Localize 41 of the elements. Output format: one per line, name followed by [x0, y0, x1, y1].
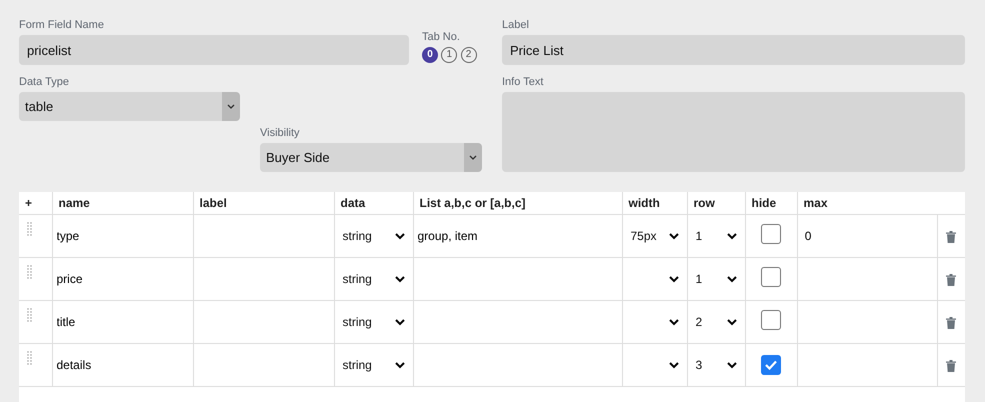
drag-handle-icon[interactable] — [27, 351, 33, 365]
hide-checkbox[interactable] — [761, 224, 781, 244]
add-row-button[interactable]: + — [25, 196, 32, 210]
tab-number[interactable]: 0 — [422, 47, 438, 63]
delete-icon[interactable] — [946, 230, 956, 243]
name-input[interactable]: details — [56, 356, 188, 374]
name-input[interactable]: price — [56, 270, 188, 288]
checkmark-icon — [765, 360, 777, 370]
visibility-select[interactable]: Buyer Side — [260, 143, 482, 172]
drag-handle-icon[interactable] — [27, 265, 33, 279]
delete-icon[interactable] — [946, 274, 956, 286]
name-input[interactable]: type — [56, 227, 188, 245]
column-header: width — [628, 196, 660, 210]
hide-checkbox[interactable] — [761, 355, 781, 375]
column-header: List a,b,c or [a,b,c] — [420, 196, 526, 210]
data-type-select[interactable]: table — [19, 92, 240, 121]
field-label: Visibility — [260, 126, 301, 140]
tab-number[interactable]: 1 — [441, 47, 458, 63]
delete-icon[interactable] — [946, 316, 956, 329]
column-header: max — [804, 196, 828, 210]
field-label: Form Field Name — [19, 18, 105, 32]
column-header: data — [340, 196, 366, 210]
max-input[interactable]: 0 — [802, 227, 932, 245]
column-header: hide — [752, 196, 776, 210]
drag-handle-icon[interactable] — [27, 308, 33, 322]
field-label: Label — [502, 18, 530, 32]
field-label: Data Type — [19, 75, 70, 89]
column-header: row — [694, 196, 715, 210]
hide-checkbox[interactable] — [761, 266, 781, 286]
list-input[interactable]: group, item — [418, 227, 618, 245]
label-input[interactable]: Price List — [502, 35, 965, 65]
column-header: label — [200, 196, 227, 210]
column-header: name — [58, 196, 90, 210]
field-label: Info Text — [502, 75, 544, 89]
hide-checkbox[interactable] — [761, 310, 781, 330]
field-label: Tab No. — [422, 30, 461, 44]
name-input[interactable]: title — [56, 313, 188, 331]
form-field-name-input[interactable]: pricelist — [19, 35, 409, 65]
delete-icon[interactable] — [946, 360, 956, 372]
drag-handle-icon[interactable] — [27, 222, 33, 236]
tab-number[interactable]: 2 — [460, 47, 476, 63]
